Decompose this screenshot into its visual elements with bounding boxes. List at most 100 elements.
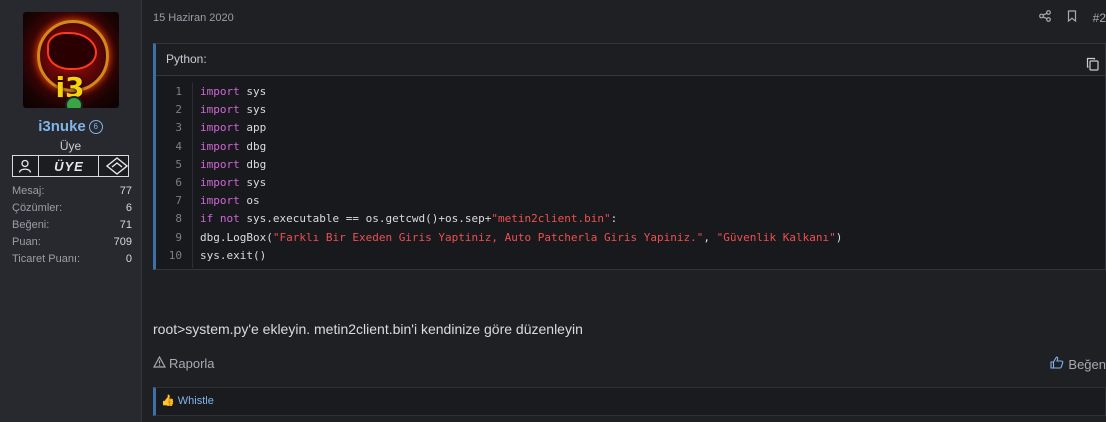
code-text: import dbg bbox=[190, 138, 266, 156]
rank-label: ÜYE bbox=[54, 159, 84, 174]
stat-key: Beğeni: bbox=[12, 219, 50, 231]
code-token: sys.exit() bbox=[200, 248, 267, 262]
code-line: 4 import dbg bbox=[156, 138, 1105, 156]
code-text: import sys bbox=[190, 174, 266, 192]
rank-emblem-icon bbox=[105, 157, 129, 180]
line-number: 1 bbox=[175, 85, 182, 98]
bookmark-icon[interactable] bbox=[1067, 10, 1077, 25]
stat-key: Çözümler: bbox=[12, 202, 63, 214]
line-number: 10 bbox=[168, 248, 182, 262]
line-number: 6 bbox=[175, 175, 182, 189]
rank-banner: ÜYE bbox=[12, 155, 129, 177]
code-line: 1 import sys bbox=[156, 83, 1105, 101]
line-number: 2 bbox=[175, 103, 182, 117]
code-token: ) bbox=[835, 230, 843, 244]
code-line: 10 sys.exit() bbox=[156, 247, 1105, 265]
code-keyword: import bbox=[200, 85, 240, 98]
code-token: os bbox=[239, 194, 260, 208]
rank-divider bbox=[38, 156, 39, 176]
code-token: sys bbox=[239, 85, 267, 98]
post-actions: #2 bbox=[1038, 10, 1106, 25]
user-stats: Mesaj: 77 Çözümler: 6 Beğeni: 71 Puan: 709 T… bbox=[12, 183, 132, 268]
stat-row: Çözümler: 6 bbox=[12, 200, 132, 217]
share-icon[interactable] bbox=[1038, 10, 1051, 25]
code-keyword: if bbox=[200, 212, 214, 226]
line-number: 4 bbox=[175, 139, 182, 153]
code-string: "Güvenlik Kalkanı" bbox=[716, 230, 836, 244]
line-number: 7 bbox=[175, 194, 182, 208]
code-keyword: import bbox=[200, 139, 240, 153]
code-token: dbg.LogBox( bbox=[200, 230, 273, 244]
avatar-dragon bbox=[47, 32, 97, 70]
code-token: app bbox=[239, 121, 267, 135]
code-language: Python: bbox=[166, 52, 207, 66]
stat-value[interactable]: 0 bbox=[126, 251, 132, 268]
code-line: 7 import os bbox=[156, 192, 1105, 210]
online-status-icon bbox=[65, 96, 83, 108]
code-body[interactable]: 1 import sys 2 import sys 3 import app 4 import… bbox=[156, 76, 1105, 268]
code-keyword: import bbox=[200, 121, 240, 135]
line-number: 9 bbox=[175, 230, 182, 244]
code-line: 3 import app bbox=[156, 119, 1105, 137]
like-button[interactable]: Beğen bbox=[1050, 356, 1106, 372]
code-token: sys.executable == os.getcwd()+os.sep+ bbox=[239, 212, 492, 226]
code-block: Python: 1 import sys 2 import sys 3 import ap… bbox=[153, 43, 1106, 270]
code-line: 8 if not sys.executable == os.getcwd()+os… bbox=[156, 210, 1105, 228]
code-keyword: import bbox=[200, 175, 240, 189]
user-title: Üye bbox=[59, 139, 82, 153]
code-text: import sys bbox=[190, 101, 266, 119]
post: 15 Haziran 2020 #2 Python: 1 import sys 2 i… bbox=[142, 0, 1106, 422]
code-keyword: not bbox=[219, 212, 240, 226]
code-string: "metin2client.bin" bbox=[491, 212, 611, 226]
stat-value[interactable]: 71 bbox=[120, 217, 132, 234]
avatar[interactable]: i3 bbox=[23, 12, 119, 108]
line-number: 3 bbox=[175, 121, 182, 135]
code-token: : bbox=[610, 212, 618, 226]
code-text: import dbg bbox=[190, 156, 266, 174]
username-text[interactable]: i3nuke bbox=[38, 118, 86, 135]
line-number: 5 bbox=[175, 157, 182, 171]
code-text: if not sys.executable == os.getcwd()+os.… bbox=[190, 210, 617, 228]
code-token: , bbox=[703, 230, 717, 244]
rank-divider-2 bbox=[98, 156, 99, 176]
stat-value[interactable]: 709 bbox=[114, 234, 132, 251]
code-text: import app bbox=[190, 119, 266, 137]
post-message: root>system.py'e ekleyin. metin2client.b… bbox=[153, 321, 583, 337]
reaction-user-link[interactable]: Whistle bbox=[178, 395, 214, 407]
stat-value[interactable]: 6 bbox=[126, 200, 132, 217]
code-line: 6 import sys bbox=[156, 174, 1105, 192]
user-panel: i3 i3nuke 6 Üye ÜYE Mesaj: 77 Çözümler: 6 B… bbox=[0, 0, 142, 422]
code-token: dbg bbox=[239, 139, 267, 153]
stat-key: Mesaj: bbox=[12, 185, 45, 197]
stat-row: Mesaj: 77 bbox=[12, 183, 132, 200]
code-keyword: import bbox=[200, 194, 240, 208]
username[interactable]: i3nuke 6 bbox=[0, 118, 141, 135]
code-token: dbg bbox=[239, 157, 267, 171]
code-header: Python: bbox=[156, 44, 1105, 76]
code-gutter-divider bbox=[192, 83, 193, 268]
code-line: 9 dbg.LogBox("Farklı Bir Exeden Giris Yap… bbox=[156, 229, 1105, 247]
stat-row: Ticaret Puanı: 0 bbox=[12, 251, 132, 268]
warning-icon bbox=[152, 355, 167, 371]
code-token: sys bbox=[239, 103, 267, 117]
code-line: 2 import sys bbox=[156, 101, 1105, 119]
code-keyword: import bbox=[200, 157, 240, 171]
code-keyword: import bbox=[200, 103, 240, 117]
report-link[interactable]: Raporla bbox=[152, 355, 215, 371]
thumbs-up-icon bbox=[1050, 356, 1064, 372]
report-label[interactable]: Raporla bbox=[169, 356, 215, 371]
code-string: "Farklı Bir Exeden Giris Yaptiniz, Auto … bbox=[272, 230, 704, 244]
stat-row: Puan: 709 bbox=[12, 234, 132, 251]
stat-row: Beğeni: 71 bbox=[12, 217, 132, 234]
thumbs-up-reaction-icon: 👍 bbox=[161, 395, 175, 407]
code-token: sys bbox=[239, 175, 267, 189]
post-date[interactable]: 15 Haziran 2020 bbox=[153, 12, 234, 24]
stat-value[interactable]: 77 bbox=[120, 183, 132, 200]
user-badge: 6 bbox=[88, 120, 103, 134]
stat-key: Puan: bbox=[12, 236, 41, 248]
code-text: import os bbox=[190, 192, 260, 210]
code-text: dbg.LogBox("Farklı Bir Exeden Giris Yapt… bbox=[190, 229, 842, 247]
stat-key: Ticaret Puanı: bbox=[12, 253, 81, 265]
post-number[interactable]: #2 bbox=[1093, 11, 1106, 25]
like-label[interactable]: Beğen bbox=[1068, 357, 1106, 372]
